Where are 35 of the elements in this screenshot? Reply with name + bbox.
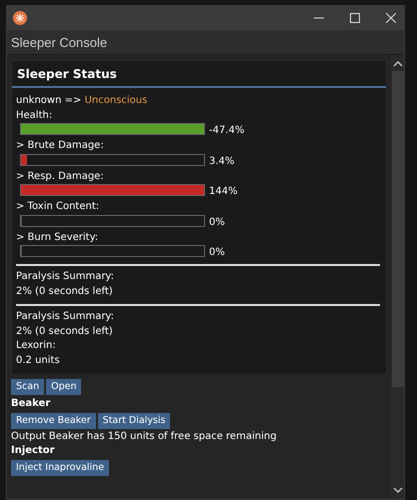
injector-heading: Injector: [11, 445, 56, 456]
action-button[interactable]: Scan: [11, 379, 44, 395]
maximize-icon[interactable]: [350, 13, 360, 23]
scrollbar[interactable]: [391, 55, 404, 499]
beaker-button[interactable]: Start Dialysis: [98, 413, 170, 429]
window-title: Sleeper Console: [11, 34, 108, 50]
close-icon[interactable]: [386, 13, 396, 23]
beaker-note: Output Beaker has 150 units of free space remaining: [11, 431, 278, 442]
consciousness-state: Unconscious: [84, 95, 148, 106]
stat-reading: 144%: [209, 185, 238, 198]
status-text: 2% (0 seconds left): [16, 326, 113, 336]
stat-label: > Burn Severity:: [16, 232, 98, 242]
status-text: Paralysis Summary:: [16, 271, 114, 282]
status-text: 2% (0 seconds left): [16, 286, 113, 296]
status-text: Paralysis Summary:: [16, 311, 114, 322]
scroll-up-icon[interactable]: [392, 61, 402, 67]
beaker-button[interactable]: Remove Beaker: [11, 413, 96, 429]
scroll-down-icon[interactable]: [392, 487, 402, 493]
stat-reading: 3.4%: [209, 154, 234, 168]
stat-reading: 0%: [209, 216, 225, 228]
stat-reading: -47.4%: [209, 124, 244, 137]
stat-label: Health:: [16, 110, 52, 120]
action-button[interactable]: Open: [46, 379, 82, 395]
app-icon: [13, 11, 27, 25]
beaker-heading: Beaker: [11, 398, 52, 409]
scroll-thumb[interactable]: [392, 71, 404, 387]
stat-label: > Resp. Damage:: [16, 170, 104, 182]
inject-button[interactable]: Inject Inaprovaline: [11, 460, 110, 476]
status-text: 0.2 units: [16, 354, 60, 366]
section-title: Sleeper Status: [17, 67, 117, 81]
status-text: Lexorin:: [16, 340, 56, 351]
subject-label: unknown =>: [16, 95, 82, 106]
stat-reading: 0%: [209, 246, 225, 259]
stat-label: > Brute Damage:: [16, 140, 104, 151]
stat-label: > Toxin Content:: [16, 201, 100, 212]
